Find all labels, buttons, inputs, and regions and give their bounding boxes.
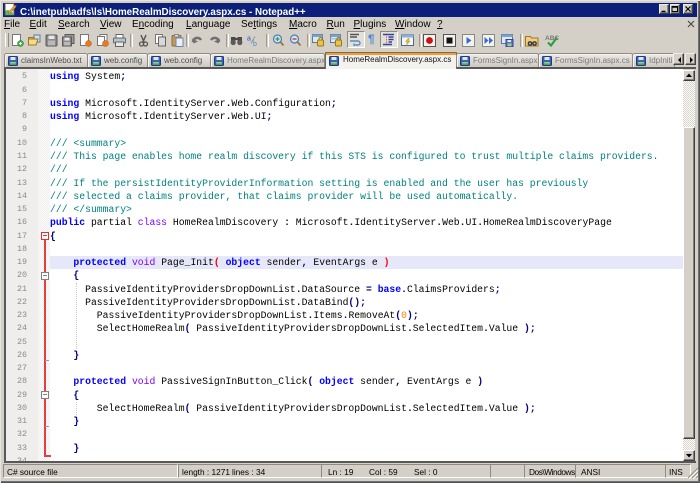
svg-text:b: b <box>253 41 257 47</box>
svg-text:a: a <box>247 36 251 43</box>
